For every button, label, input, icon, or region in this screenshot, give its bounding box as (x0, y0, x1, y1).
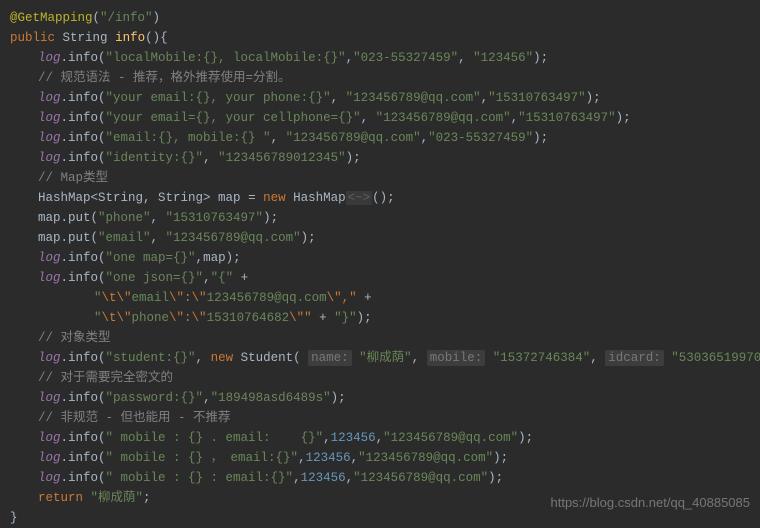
code-line: log.info("one json={}","{" + (10, 268, 750, 288)
comment: // 对于需要完全密文的 (10, 368, 750, 388)
code-line: map.put("phone", "15310763497"); (10, 208, 750, 228)
annotation: @GetMapping (10, 11, 93, 25)
code-line: log.info("identity:{}", "123456789012345… (10, 148, 750, 168)
code-line: @GetMapping("/info") (10, 8, 750, 28)
comment: // 对象类型 (10, 328, 750, 348)
code-line: public String info(){ (10, 28, 750, 48)
code-block: @GetMapping("/info") public String info(… (10, 8, 750, 528)
comment: // 非规范 - 但也能用 - 不推荐 (10, 408, 750, 428)
comment: // Map类型 (10, 168, 750, 188)
code-line: log.info(" mobile : {} . email: {}",1234… (10, 428, 750, 448)
code-line: log.info("your email={}, your cellphone=… (10, 108, 750, 128)
code-line: map.put("email", "123456789@qq.com"); (10, 228, 750, 248)
code-line: log.info("student:{}", new Student( name… (10, 348, 750, 368)
code-line: "\t\"email\":\"123456789@qq.com\"," + (10, 288, 750, 308)
code-line: log.info(" mobile : {} : email:{}",12345… (10, 468, 750, 488)
code-line: log.info("localMobile:{}, localMobile:{}… (10, 48, 750, 68)
code-line: log.info("email:{}, mobile:{} ", "123456… (10, 128, 750, 148)
code-line: log.info(" mobile : {} ， email:{}",12345… (10, 448, 750, 468)
code-line: "\t\"phone\":\"15310764682\"" + "}"); (10, 308, 750, 328)
code-line: log.info("password:{}","189498asd6489s")… (10, 388, 750, 408)
code-line: log.info("one map={}",map); (10, 248, 750, 268)
code-line: log.info("your email:{}, your phone:{}",… (10, 88, 750, 108)
comment: // 规范语法 - 推荐，格外推荐使用=分割。 (10, 68, 750, 88)
code-line: HashMap<String, String> map = new HashMa… (10, 188, 750, 208)
watermark: https://blog.csdn.net/qq_40885085 (551, 493, 751, 513)
